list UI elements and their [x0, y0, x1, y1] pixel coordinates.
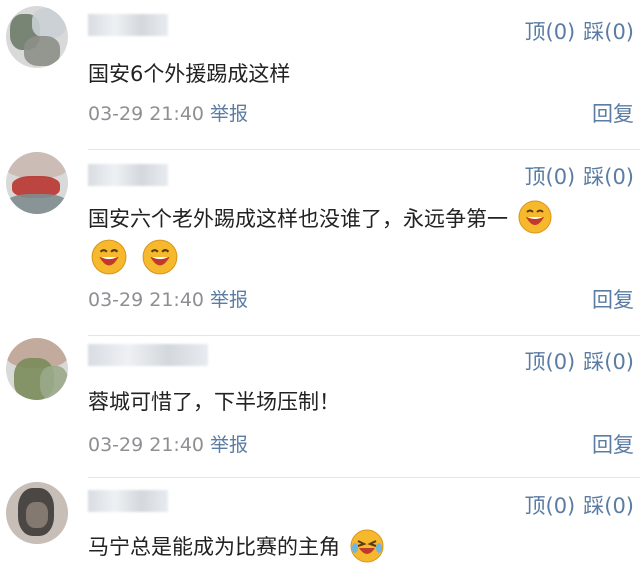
comment-text: 马宁总是能成为比赛的主角 — [88, 535, 340, 559]
comment-meta: 03-29 21:40 举报 — [88, 99, 248, 126]
comment-item: 顶(0) 踩(0) 蓉城可惜了，下半场压制！ 03-29 21:40 举报 回复 — [0, 336, 640, 478]
comment-text-line: 国安六个老外踢成这样也没谁了，永远争第一 — [88, 199, 553, 238]
comment-text: 国安六个老外踢成这样也没谁了，永远争第一 — [88, 207, 508, 231]
username-blurred[interactable] — [88, 14, 168, 36]
comment-meta: 03-29 21:40 举报 — [88, 285, 248, 312]
avatar[interactable] — [6, 338, 68, 400]
upvote-button[interactable]: 顶(0) — [525, 20, 576, 44]
upvote-button[interactable]: 顶(0) — [525, 350, 576, 374]
comment-time: 03-29 21:40 — [88, 289, 205, 311]
avatar[interactable] — [6, 152, 68, 214]
avatar[interactable] — [6, 482, 68, 544]
vote-group: 顶(0) 踩(0) — [517, 16, 635, 46]
comment-item: 顶(0) 踩(0) 马宁总是能成为比赛的主角 — [0, 478, 640, 563]
reply-button[interactable]: 回复 — [592, 284, 634, 314]
comment-time: 03-29 21:40 — [88, 103, 205, 125]
username-blurred[interactable] — [88, 164, 168, 186]
avatar[interactable] — [6, 6, 68, 68]
emoji-row — [90, 238, 179, 276]
report-button[interactable]: 举报 — [210, 434, 248, 456]
downvote-button[interactable]: 踩(0) — [583, 165, 634, 189]
reply-button[interactable]: 回复 — [592, 429, 634, 459]
downvote-button[interactable]: 踩(0) — [583, 20, 634, 44]
comment-text-line: 马宁总是能成为比赛的主角 — [88, 528, 385, 566]
downvote-button[interactable]: 踩(0) — [583, 494, 634, 518]
report-button[interactable]: 举报 — [210, 103, 248, 125]
upvote-button[interactable]: 顶(0) — [525, 494, 576, 518]
laughing-face-icon — [517, 199, 553, 235]
comment-item: 顶(0) 踩(0) 国安6个外援踢成这样 03-29 21:40 举报 回复 — [0, 0, 640, 150]
laughing-face-icon — [141, 238, 179, 276]
report-button[interactable]: 举报 — [210, 289, 248, 311]
vote-group: 顶(0) 踩(0) — [517, 161, 635, 191]
downvote-button[interactable]: 踩(0) — [583, 350, 634, 374]
vote-group: 顶(0) 踩(0) — [517, 346, 635, 376]
reply-button[interactable]: 回复 — [592, 98, 634, 128]
comment-time: 03-29 21:40 — [88, 434, 205, 456]
vote-group: 顶(0) 踩(0) — [517, 490, 635, 520]
comment-item: 顶(0) 踩(0) 国安六个老外踢成这样也没谁了，永远争第一 03-29 21:4… — [0, 150, 640, 336]
comment-text: 国安6个外援踢成这样 — [88, 62, 291, 86]
upvote-button[interactable]: 顶(0) — [525, 165, 576, 189]
crying-laughing-face-icon — [349, 528, 385, 564]
username-blurred[interactable] — [88, 344, 208, 366]
comment-meta: 03-29 21:40 举报 — [88, 430, 248, 457]
username-blurred[interactable] — [88, 490, 168, 512]
comment-text: 蓉城可惜了，下半场压制！ — [88, 390, 340, 414]
laughing-face-icon — [90, 238, 128, 276]
